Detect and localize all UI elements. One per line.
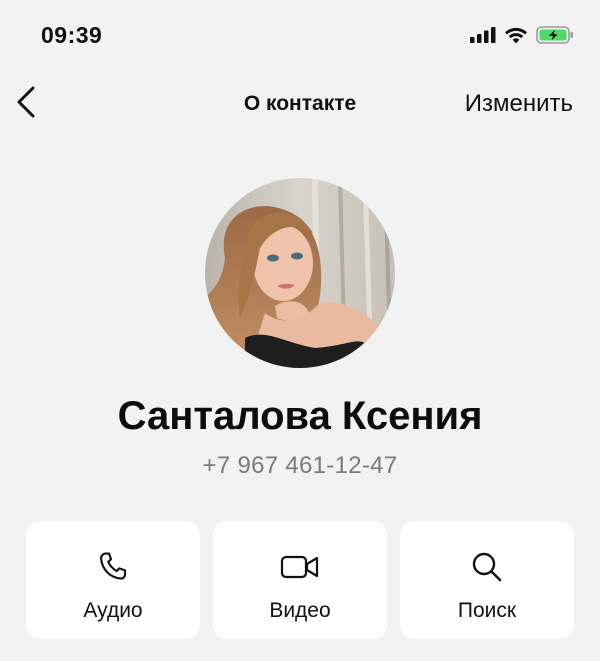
status-icons [470,26,574,49]
search-button[interactable]: Поиск [400,521,574,639]
contact-phone: +7 967 461-12-47 [202,452,398,479]
battery-charging-icon [536,26,574,49]
audio-call-label: Аудио [83,599,143,622]
video-camera-icon [280,547,320,587]
audio-call-button[interactable]: Аудио [26,521,200,639]
search-label: Поиск [457,599,517,622]
phone-icon [93,547,133,587]
video-call-label: Видео [269,599,331,622]
edit-button[interactable]: Изменить [465,90,573,118]
status-bar: 09:39 [0,0,600,70]
contact-name: Санталова Ксения [117,394,483,438]
search-icon [467,547,507,587]
video-call-button[interactable]: Видео [213,521,387,639]
contact-info-screen: 09:39 О контакте Изменить Санталова Ксен… [0,0,600,661]
wifi-icon [504,26,528,49]
cellular-signal-icon [470,27,496,48]
navigation-bar: О контакте Изменить [0,78,600,134]
avatar[interactable] [205,178,395,368]
action-buttons: Аудио Видео Поиск [26,521,574,639]
status-time: 09:39 [41,22,103,48]
